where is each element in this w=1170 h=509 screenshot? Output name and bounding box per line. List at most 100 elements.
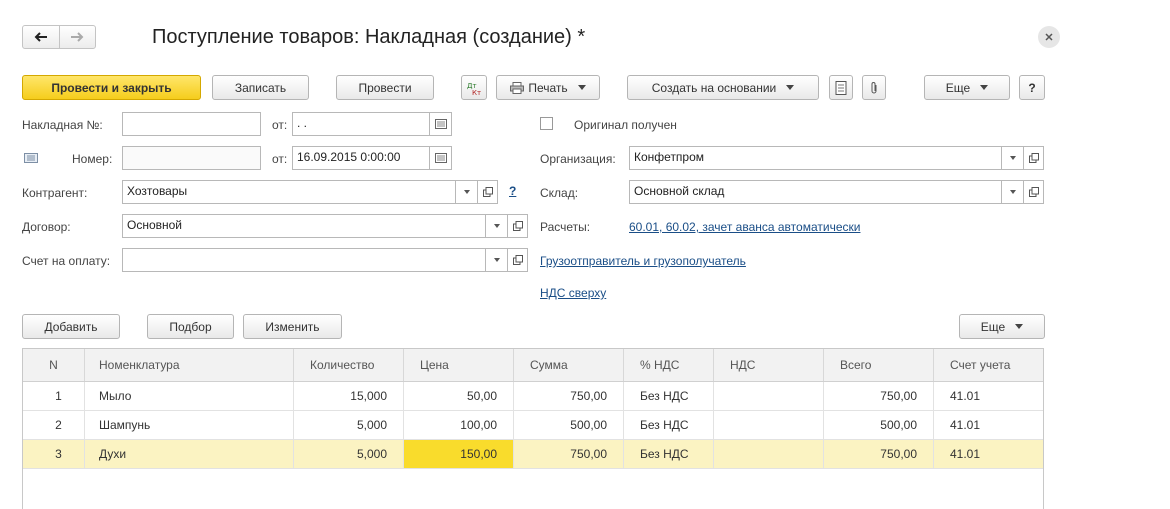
chevron-down-icon — [493, 224, 500, 228]
cell-quantity[interactable]: 5,000 — [294, 440, 404, 468]
payment-invoice-dropdown-button[interactable] — [486, 248, 508, 272]
invoice-date-input[interactable]: . . — [292, 112, 430, 136]
settlements-label: Расчеты: — [540, 220, 591, 234]
shipper-consignee-link[interactable]: Грузоотправитель и грузополучатель — [540, 254, 746, 268]
number-label: Номер: — [72, 152, 113, 166]
cell-account[interactable]: 41.01 — [934, 440, 1043, 468]
more-button[interactable]: Еще — [924, 75, 1010, 100]
change-button[interactable]: Изменить — [243, 314, 342, 339]
number-date-calendar-button[interactable] — [430, 146, 452, 170]
cell-account[interactable]: 41.01 — [934, 411, 1043, 439]
column-header-total[interactable]: Всего — [824, 349, 934, 381]
post-and-close-button[interactable]: Провести и закрыть — [22, 75, 201, 100]
create-based-on-button[interactable]: Создать на основании — [627, 75, 819, 100]
column-header-price[interactable]: Цена — [404, 349, 514, 381]
cell-vat-rate[interactable]: Без НДС — [624, 440, 714, 468]
cell-nomenclature[interactable]: Шампунь — [85, 411, 294, 439]
cell-total[interactable]: 750,00 — [824, 382, 934, 410]
table-more-label: Еще — [980, 319, 1006, 334]
cell-nomenclature[interactable]: Мыло — [85, 382, 294, 410]
cell-nomenclature[interactable]: Духи — [85, 440, 294, 468]
cell-vat[interactable] — [714, 440, 824, 468]
contractor-help-link[interactable]: ? — [509, 184, 516, 198]
attach-button[interactable] — [862, 75, 886, 100]
contract-dropdown-button[interactable] — [486, 214, 508, 238]
cell-vat-rate[interactable]: Без НДС — [624, 411, 714, 439]
invoice-no-label: Накладная №: — [22, 118, 103, 132]
organization-label: Организация: — [540, 152, 616, 166]
table-more-button[interactable]: Еще — [959, 314, 1045, 339]
cell-n: 1 — [23, 382, 85, 410]
warehouse-input[interactable]: Основной склад — [629, 180, 1002, 204]
table-row[interactable]: 2 Шампунь 5,000 100,00 500,00 Без НДС 50… — [23, 411, 1043, 440]
column-header-sum[interactable]: Сумма — [514, 349, 624, 381]
svg-text:Кт: Кт — [472, 89, 481, 96]
cell-vat[interactable] — [714, 382, 824, 410]
contract-label: Договор: — [22, 220, 71, 234]
cell-vat[interactable] — [714, 411, 824, 439]
cell-quantity[interactable]: 15,000 — [294, 382, 404, 410]
column-header-nomenclature[interactable]: Номенклатура — [85, 349, 294, 381]
cell-quantity[interactable]: 5,000 — [294, 411, 404, 439]
cell-total[interactable]: 500,00 — [824, 411, 934, 439]
document-button[interactable] — [829, 75, 853, 100]
organization-dropdown-button[interactable] — [1002, 146, 1024, 170]
cell-total[interactable]: 750,00 — [824, 440, 934, 468]
open-form-icon — [482, 187, 493, 197]
cell-sum[interactable]: 500,00 — [514, 411, 624, 439]
column-header-account[interactable]: Счет учета — [934, 349, 1043, 381]
invoice-date-calendar-button[interactable] — [430, 112, 452, 136]
organization-input[interactable]: Конфетпром — [629, 146, 1002, 170]
contractor-open-button[interactable] — [478, 180, 498, 204]
dt-kt-button[interactable]: Дт Кт — [461, 75, 487, 100]
add-row-button[interactable]: Добавить — [22, 314, 120, 339]
list-icon — [24, 152, 38, 166]
forward-button[interactable] — [60, 26, 95, 48]
payment-invoice-input[interactable] — [122, 248, 486, 272]
table-row[interactable]: 1 Мыло 15,000 50,00 750,00 Без НДС 750,0… — [23, 382, 1043, 411]
post-button[interactable]: Провести — [336, 75, 434, 100]
chevron-down-icon — [1009, 156, 1016, 160]
warehouse-dropdown-button[interactable] — [1002, 180, 1024, 204]
vat-on-top-link[interactable]: НДС сверху — [540, 286, 606, 300]
nav-buttons — [22, 25, 96, 49]
help-button[interactable]: ? — [1019, 75, 1045, 100]
column-header-quantity[interactable]: Количество — [294, 349, 404, 381]
cell-sum[interactable]: 750,00 — [514, 382, 624, 410]
save-button[interactable]: Записать — [212, 75, 309, 100]
settlements-link[interactable]: 60.01, 60.02, зачет аванса автоматически — [629, 220, 860, 234]
debit-credit-icon: Дт Кт — [467, 82, 481, 96]
contractor-dropdown-button[interactable] — [456, 180, 478, 204]
close-button[interactable] — [1038, 26, 1060, 48]
cell-price-active[interactable]: 150,00 — [404, 440, 514, 468]
cell-price[interactable]: 50,00 — [404, 382, 514, 410]
column-header-vat[interactable]: НДС — [714, 349, 824, 381]
organization-open-button[interactable] — [1024, 146, 1044, 170]
table-row-selected[interactable]: 3 Духи 5,000 150,00 750,00 Без НДС 750,0… — [23, 440, 1043, 469]
column-header-vat-rate[interactable]: % НДС — [624, 349, 714, 381]
column-header-n[interactable]: N — [23, 349, 85, 381]
number-input[interactable] — [122, 146, 261, 170]
payment-invoice-label: Счет на оплату: — [22, 254, 111, 268]
open-form-icon — [1028, 187, 1039, 197]
number-date-input[interactable]: 16.09.2015 0:00:00 — [292, 146, 430, 170]
back-button[interactable] — [23, 26, 60, 48]
cell-price[interactable]: 100,00 — [404, 411, 514, 439]
window-title: Поступление товаров: Накладная (создание… — [152, 26, 586, 48]
payment-invoice-open-button[interactable] — [508, 248, 528, 272]
cell-sum[interactable]: 750,00 — [514, 440, 624, 468]
contract-open-button[interactable] — [508, 214, 528, 238]
print-button[interactable]: Печать — [496, 75, 600, 100]
cell-n: 3 — [23, 440, 85, 468]
chevron-down-icon — [577, 85, 586, 90]
chevron-down-icon — [1009, 190, 1016, 194]
warehouse-open-button[interactable] — [1024, 180, 1044, 204]
contractor-input[interactable]: Хозтовары — [122, 180, 456, 204]
cell-account[interactable]: 41.01 — [934, 382, 1043, 410]
invoice-no-input[interactable] — [122, 112, 261, 136]
chevron-down-icon — [1015, 324, 1024, 329]
pick-button[interactable]: Подбор — [147, 314, 234, 339]
contract-input[interactable]: Основной — [122, 214, 486, 238]
cell-vat-rate[interactable]: Без НДС — [624, 382, 714, 410]
original-received-checkbox[interactable] — [540, 117, 553, 130]
